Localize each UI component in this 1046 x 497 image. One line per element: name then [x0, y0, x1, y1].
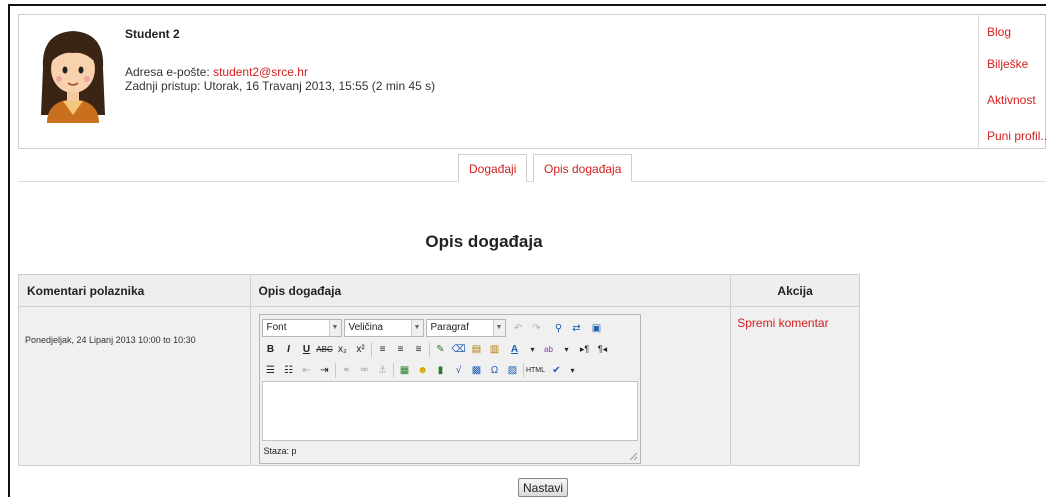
superscript-icon[interactable]: x² [352, 341, 370, 358]
anchor-icon[interactable]: ⚓ [374, 362, 392, 379]
indent-icon[interactable]: ⇥ [316, 362, 334, 379]
replace-icon[interactable]: ⇄ [568, 320, 586, 337]
bold-icon[interactable]: B [262, 341, 280, 358]
align-center-icon[interactable]: ≡ [392, 341, 410, 358]
equation-icon[interactable]: √ [450, 362, 468, 379]
italic-icon[interactable]: I [280, 341, 298, 358]
clean-up-icon[interactable]: ✎ [432, 341, 450, 358]
editor-text-area[interactable] [261, 381, 638, 441]
full-profile-link[interactable]: Puni profil... [987, 129, 1046, 143]
table-icon[interactable]: ▨ [504, 362, 522, 379]
undo-icon[interactable]: ↶ [510, 320, 528, 337]
toolbar-separator [428, 342, 430, 357]
last-access: Zadnji pristup: Utorak, 16 Travanj 2013,… [125, 79, 436, 93]
email-link[interactable]: student2@srce.hr [213, 65, 308, 79]
font-select[interactable]: Font ▼ [261, 319, 342, 337]
chevron-down-icon: ▼ [328, 320, 341, 336]
user-side-links: Blog Bilješke Aktivnost Puni profil... [978, 15, 1046, 148]
fullscreen-icon[interactable]: ▣ [588, 320, 606, 337]
chevron-down-icon: ▼ [410, 320, 423, 336]
tab-event-description[interactable]: Opis događaja [533, 154, 633, 182]
toolbar-separator [392, 363, 394, 378]
nolink-icon[interactable]: ▩ [468, 362, 486, 379]
background-color-icon[interactable]: ab [540, 341, 558, 358]
bullet-list-icon[interactable]: ☰ [262, 362, 280, 379]
editor-cell: Font ▼ Veličina ▼ Paragraf ▼ ↶ ↷ ⚲ ⇄ ▣ B I … [249, 306, 732, 466]
image-icon[interactable]: ▦ [396, 362, 414, 379]
table-header-row: Komentari polaznika Opis događaja Akcija [18, 274, 860, 307]
toolbar-separator [522, 363, 524, 378]
format-select-value: Paragraf [430, 322, 469, 333]
header-description: Opis događaja [249, 274, 732, 307]
outdent-icon[interactable]: ⇤ [298, 362, 316, 379]
emoticon-icon[interactable]: ☻ [414, 362, 432, 379]
ltr-icon[interactable]: ▸¶ [576, 341, 594, 358]
size-select-value: Veličina [348, 322, 383, 333]
paste-text-icon[interactable]: ▤ [468, 341, 486, 358]
tab-events[interactable]: Događaji [458, 154, 528, 182]
html-icon[interactable]: HTML [526, 362, 546, 379]
editor-path: Staza: p [263, 446, 297, 456]
special-char-icon[interactable]: Ω [486, 362, 504, 379]
align-left-icon[interactable]: ≡ [374, 341, 392, 358]
toolbar-row-2: B I U ABC x₂ x² ≡ ≡ ≡ ✎ ⌫ ▤ ▥ A ▾ ab ▾ ▸… [262, 340, 638, 360]
format-select[interactable]: Paragraf ▼ [425, 319, 506, 337]
chevron-down-icon: ▼ [492, 320, 505, 336]
user-name: Student 2 [125, 27, 180, 41]
size-select[interactable]: Veličina ▼ [343, 319, 424, 337]
email-label: Adresa e-pošte: [125, 65, 214, 79]
tab-baseline [18, 181, 1046, 182]
activity-link[interactable]: Aktivnost [987, 93, 1036, 107]
chevron-down-icon[interactable]: ▾ [558, 341, 576, 358]
eraser-icon[interactable]: ⌫ [450, 341, 468, 358]
toolbar-separator [370, 342, 372, 357]
paste-word-icon[interactable]: ▥ [486, 341, 504, 358]
page-title: Opis događaja [425, 232, 543, 251]
user-info-box: Student 2 Adresa e-pošte: student2@srce.… [18, 14, 1046, 149]
link-icon[interactable]: ⚭ [338, 362, 356, 379]
resize-grip-icon[interactable] [629, 452, 638, 461]
save-comment-link[interactable]: Spremi komentar [737, 316, 828, 330]
user-email-line: Adresa e-pošte: student2@srce.hr [125, 65, 308, 79]
blog-link[interactable]: Blog [987, 25, 1011, 39]
page-heading-wrap: Opis događaja [18, 232, 1046, 252]
comments-table: Komentari polaznika Opis događaja Akcija… [18, 274, 860, 466]
event-date: Ponedjeljak, 24 Lipanj 2013 10:00 to 10:… [18, 306, 251, 466]
action-cell: Spremi komentar [730, 306, 860, 466]
chevron-down-icon[interactable]: ▾ [564, 362, 582, 379]
toolbar-row-3: ☰ ☷ ⇤ ⇥ ⚭ ⚮ ⚓ ▦ ☻ ▮ √ ▩ Ω ▨ HTML ✔ ▾ [262, 361, 638, 381]
notes-link[interactable]: Bilješke [987, 57, 1028, 71]
underline-icon[interactable]: U [298, 341, 316, 358]
rich-text-editor: Font ▼ Veličina ▼ Paragraf ▼ ↶ ↷ ⚲ ⇄ ▣ B I … [258, 314, 641, 464]
align-right-icon[interactable]: ≡ [410, 341, 428, 358]
text-color-icon[interactable]: A [506, 341, 524, 358]
header-action: Akcija [730, 274, 860, 307]
unlink-icon[interactable]: ⚮ [356, 362, 374, 379]
continue-button[interactable]: Nastavi [518, 478, 569, 497]
toolbar-row-1: Font ▼ Veličina ▼ Paragraf ▼ ↶ ↷ ⚲ ⇄ ▣ [261, 319, 638, 339]
find-icon[interactable]: ⚲ [550, 320, 568, 337]
header-comments: Komentari polaznika [18, 274, 251, 307]
subscript-icon[interactable]: x₂ [334, 341, 352, 358]
numbered-list-icon[interactable]: ☷ [280, 362, 298, 379]
toolbar-separator [334, 363, 336, 378]
rtl-icon[interactable]: ¶◂ [594, 341, 612, 358]
strikethrough-icon[interactable]: ABC [316, 341, 334, 358]
redo-icon[interactable]: ↷ [528, 320, 546, 337]
font-select-value: Font [266, 322, 287, 333]
table-row: Ponedjeljak, 24 Lipanj 2013 10:00 to 10:… [18, 306, 860, 466]
media-icon[interactable]: ▮ [432, 362, 450, 379]
user-avatar[interactable] [33, 23, 113, 123]
